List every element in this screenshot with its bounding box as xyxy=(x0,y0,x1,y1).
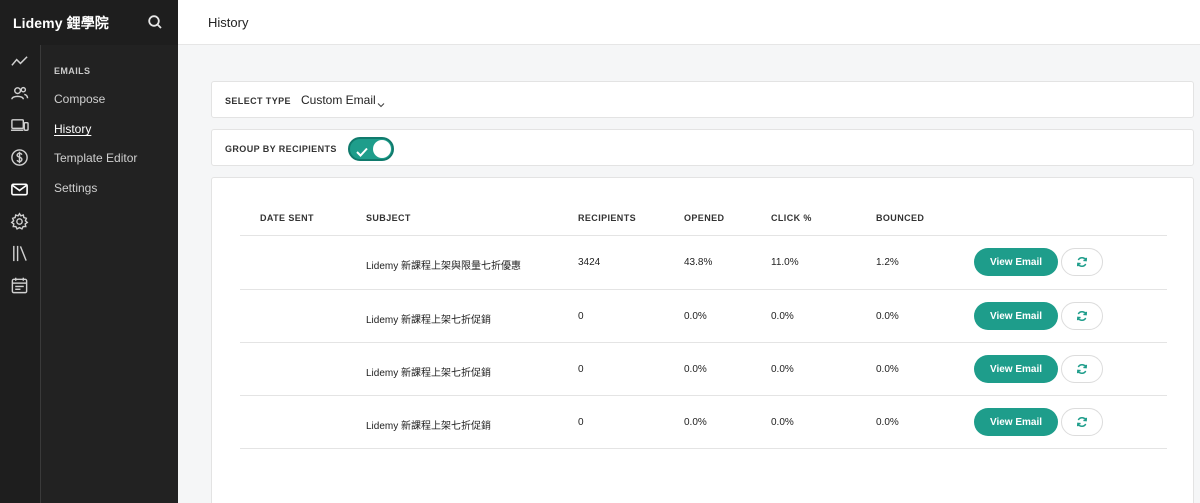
sidebar-item-compose[interactable]: Compose xyxy=(54,92,105,106)
cell-bounced: 0.0% xyxy=(876,364,899,375)
sidebar-nav: EMAILS Compose History Template Editor S… xyxy=(41,45,178,503)
dollar-icon[interactable] xyxy=(10,148,29,167)
select-type-dropdown[interactable]: Custom Email xyxy=(301,93,376,107)
sidebar-item-settings[interactable]: Settings xyxy=(54,181,97,195)
select-type-card: SELECT TYPE Custom Email xyxy=(211,81,1194,118)
calendar-icon[interactable] xyxy=(10,276,29,295)
cell-bounced: 0.0% xyxy=(876,417,899,428)
table-row: Lidemy 新課程上架七折促銷 0 0.0% 0.0% 0.0% View E… xyxy=(240,343,1167,396)
view-email-button[interactable]: View Email xyxy=(974,248,1058,276)
cell-recipients: 0 xyxy=(578,311,584,322)
cell-subject: Lidemy 新課程上架七折促銷 xyxy=(366,315,492,326)
refresh-icon xyxy=(1076,363,1088,375)
brand-logo[interactable]: Lidemy 鋰學院 xyxy=(13,13,109,33)
refresh-button[interactable] xyxy=(1061,248,1103,276)
refresh-button[interactable] xyxy=(1061,408,1103,436)
view-email-button[interactable]: View Email xyxy=(974,302,1058,330)
select-type-label: SELECT TYPE xyxy=(225,96,291,106)
refresh-button[interactable] xyxy=(1061,355,1103,383)
refresh-icon xyxy=(1076,416,1088,428)
table-row: Lidemy 新課程上架七折促銷 0 0.0% 0.0% 0.0% View E… xyxy=(240,290,1167,343)
top-bar: History xyxy=(178,0,1200,45)
group-recipients-label: GROUP BY RECIPIENTS xyxy=(225,144,337,154)
search-icon[interactable] xyxy=(147,14,163,30)
trend-icon[interactable] xyxy=(10,52,29,71)
chevron-down-icon[interactable] xyxy=(377,96,385,108)
library-icon[interactable] xyxy=(10,244,29,263)
toggle-knob xyxy=(373,140,391,158)
devices-icon[interactable] xyxy=(10,116,29,135)
cell-opened: 0.0% xyxy=(684,417,707,428)
icon-rail xyxy=(0,45,41,503)
group-recipients-toggle[interactable] xyxy=(348,137,394,161)
col-recipients: RECIPIENTS xyxy=(578,213,637,223)
cell-opened: 43.8% xyxy=(684,257,713,268)
cell-click: 0.0% xyxy=(771,364,794,375)
group-recipients-card: GROUP BY RECIPIENTS xyxy=(211,129,1194,166)
table-row: Lidemy 新課程上架與限量七折優惠 3424 43.8% 11.0% 1.2… xyxy=(240,236,1167,289)
refresh-icon xyxy=(1076,310,1088,322)
check-icon xyxy=(356,144,368,157)
view-email-button[interactable]: View Email xyxy=(974,408,1058,436)
cell-bounced: 1.2% xyxy=(876,257,899,268)
brand-bar: Lidemy 鋰學院 xyxy=(0,0,178,45)
col-subject: SUBJECT xyxy=(366,213,411,223)
cell-recipients: 0 xyxy=(578,417,584,428)
gear-icon[interactable] xyxy=(10,212,29,231)
cell-click: 0.0% xyxy=(771,417,794,428)
cell-opened: 0.0% xyxy=(684,364,707,375)
refresh-button[interactable] xyxy=(1061,302,1103,330)
mail-icon[interactable] xyxy=(10,180,29,199)
users-icon[interactable] xyxy=(10,84,29,103)
col-bounced: BOUNCED xyxy=(876,213,925,223)
cell-subject: Lidemy 新課程上架七折促銷 xyxy=(366,368,492,379)
sidebar-item-template-editor[interactable]: Template Editor xyxy=(54,151,137,165)
col-date-sent: DATE SENT xyxy=(260,213,314,223)
cell-click: 0.0% xyxy=(771,311,794,322)
cell-subject: Lidemy 新課程上架七折促銷 xyxy=(366,421,492,432)
table-row: Lidemy 新課程上架七折促銷 0 0.0% 0.0% 0.0% View E… xyxy=(240,396,1167,449)
page-title: History xyxy=(208,15,249,30)
cell-subject: Lidemy 新課程上架與限量七折優惠 xyxy=(366,261,522,272)
refresh-icon xyxy=(1076,256,1088,268)
cell-bounced: 0.0% xyxy=(876,311,899,322)
cell-recipients: 3424 xyxy=(578,257,601,268)
cell-opened: 0.0% xyxy=(684,311,707,322)
sidebar-section-emails: EMAILS xyxy=(54,66,91,76)
col-opened: OPENED xyxy=(684,213,725,223)
cell-click: 11.0% xyxy=(771,257,799,268)
view-email-button[interactable]: View Email xyxy=(974,355,1058,383)
sidebar-item-history[interactable]: History xyxy=(54,122,91,136)
history-table-card: DATE SENT SUBJECT RECIPIENTS OPENED CLIC… xyxy=(211,177,1194,503)
col-click: CLICK % xyxy=(771,213,812,223)
table-divider xyxy=(240,448,1167,449)
cell-recipients: 0 xyxy=(578,364,584,375)
